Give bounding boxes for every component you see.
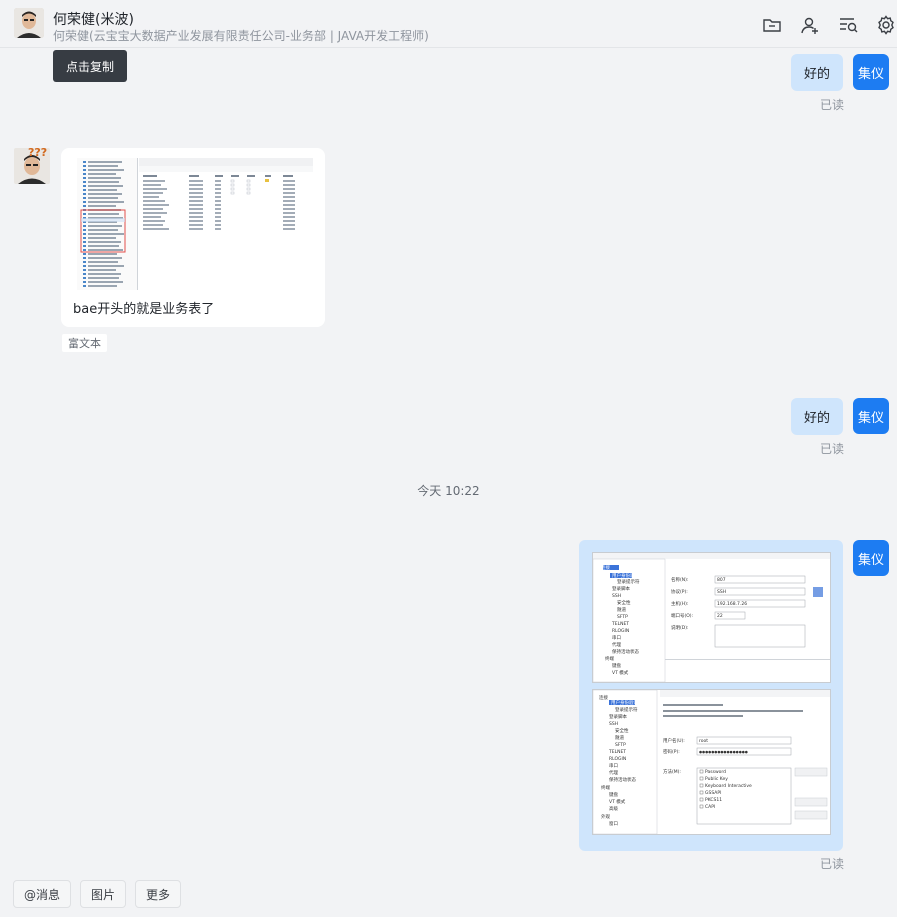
tree-item: 用户身份验证 xyxy=(611,699,638,706)
more-button[interactable]: 更多 xyxy=(135,880,182,908)
my-avatar[interactable]: 集仪 xyxy=(853,398,889,434)
tree-item: 代理 xyxy=(612,641,621,648)
tree-item: 键盘 xyxy=(609,791,618,798)
method-item: GSSAPI xyxy=(705,790,721,796)
tree-item: RLOGIN xyxy=(609,756,626,762)
tree-item: TELNET xyxy=(608,749,626,755)
tree-item: TELNET xyxy=(611,621,629,627)
tree-item: 保持活动状态 xyxy=(612,648,639,655)
field-label: 说明(D): xyxy=(671,624,689,631)
tree-item: SFTP xyxy=(617,614,628,620)
field-label: 用户名(U): xyxy=(663,737,685,744)
tree-item: VT 模式 xyxy=(609,798,626,805)
svg-text:???: ??? xyxy=(28,146,47,159)
rich-text-message[interactable]: bae开头的就是业务表了 xyxy=(61,148,325,327)
search-history-icon[interactable] xyxy=(837,14,859,36)
time-separator: 今天 10:22 xyxy=(417,484,480,498)
image-message[interactable]: 连接 用户身份验证 登录提示符 登录脚本 SSH 安全性 隧道 SFTP TEL… xyxy=(579,540,843,851)
rich-text-tag: 富文本 xyxy=(62,334,107,352)
field-value: 22 xyxy=(717,613,723,619)
copy-tooltip: 点击复制 xyxy=(53,50,127,82)
tree-item: 高级 xyxy=(609,805,618,812)
message-bubble-me[interactable]: 好的 xyxy=(791,398,843,435)
field-label: 协议(P): xyxy=(671,588,688,595)
tree-item: VT 模式 xyxy=(612,669,629,676)
tree-item: 登录脚本 xyxy=(609,713,627,720)
tree-item: 连接 xyxy=(601,564,610,571)
quick-action-bar: @消息 图片 更多 xyxy=(13,880,190,908)
method-item: Keyboard Interactive xyxy=(705,783,752,789)
tree-item: 窗口 xyxy=(609,820,618,827)
table-list-thumbnail[interactable] xyxy=(77,158,313,290)
chat-header: 何荣健(米波) 何荣健(云宝宝大数据产业发展有限责任公司-业务部 | JAVA开… xyxy=(0,0,897,48)
field-value: 192.168.7.26 xyxy=(717,601,747,607)
tree-item: 串口 xyxy=(612,635,621,641)
method-item: Public Key xyxy=(705,776,728,782)
tree-item: 代理 xyxy=(609,769,618,776)
field-label: 方法(M): xyxy=(663,768,681,775)
tree-item: 隧道 xyxy=(615,734,624,741)
tree-item: 终端 xyxy=(601,784,610,791)
field-label: 密码(P): xyxy=(663,748,680,755)
tree-item: RLOGIN xyxy=(612,628,629,634)
tree-item: SSH xyxy=(609,721,618,727)
tree-item: SFTP xyxy=(615,742,626,748)
tree-item: 外观 xyxy=(601,813,610,820)
field-label: 端口号(O): xyxy=(671,612,693,619)
message-bubble-me[interactable]: 好的 xyxy=(791,54,843,91)
session-settings-screenshot-top[interactable]: 连接 用户身份验证 登录提示符 登录脚本 SSH 安全性 隧道 SFTP TEL… xyxy=(592,552,831,683)
tree-item: SSH xyxy=(612,593,621,599)
tree-item: 登录提示符 xyxy=(617,578,640,585)
session-settings-screenshot-bottom[interactable]: 连接 用户身份验证 登录提示符 登录脚本 SSH 安全性 隧道 SFTP TEL… xyxy=(592,689,831,835)
field-label: 名称(N): xyxy=(671,576,688,583)
peer-avatar[interactable]: ??? xyxy=(14,146,50,184)
method-item: CAPI xyxy=(705,804,715,810)
tree-item: 终端 xyxy=(605,655,614,662)
tree-item: 保持活动状态 xyxy=(609,776,636,783)
my-avatar[interactable]: 集仪 xyxy=(853,540,889,576)
tree-item: 隧道 xyxy=(617,606,626,613)
method-item: PKCS11 xyxy=(705,797,722,803)
tree-item: 用户身份验证 xyxy=(612,572,639,579)
field-value: ●●●●●●●●●●●●●●●● xyxy=(699,750,748,754)
header-toolbar xyxy=(761,14,897,36)
read-status: 已读 xyxy=(820,857,845,871)
tree-item: 键盘 xyxy=(612,662,621,669)
my-avatar[interactable]: 集仪 xyxy=(853,54,889,90)
read-status: 已读 xyxy=(820,98,845,112)
tree-item: 安全性 xyxy=(615,727,629,734)
folder-icon[interactable] xyxy=(761,14,783,36)
image-button[interactable]: 图片 xyxy=(80,880,127,908)
field-label: 主机(H): xyxy=(671,600,688,607)
contact-name[interactable]: 何荣健(米波) xyxy=(53,9,134,29)
contact-avatar[interactable] xyxy=(14,8,44,38)
read-status: 已读 xyxy=(820,442,845,456)
contact-subtitle[interactable]: 何荣健(云宝宝大数据产业发展有限责任公司-业务部 | JAVA开发工程师) xyxy=(53,27,429,44)
tree-item: 登录脚本 xyxy=(612,585,630,592)
rich-text-content[interactable]: bae开头的就是业务表了 xyxy=(73,298,214,317)
add-member-icon[interactable] xyxy=(799,14,821,36)
settings-icon[interactable] xyxy=(875,14,897,36)
field-value: root xyxy=(699,738,708,744)
tree-item: 安全性 xyxy=(617,599,631,606)
mention-button[interactable]: @消息 xyxy=(13,880,72,908)
tree-item: 登录提示符 xyxy=(615,706,638,713)
field-value: 807 xyxy=(717,577,726,583)
method-item: Password xyxy=(705,769,726,775)
tree-item: 连接 xyxy=(599,694,608,701)
field-value: SSH xyxy=(717,589,726,595)
tree-item: 串口 xyxy=(609,763,618,769)
